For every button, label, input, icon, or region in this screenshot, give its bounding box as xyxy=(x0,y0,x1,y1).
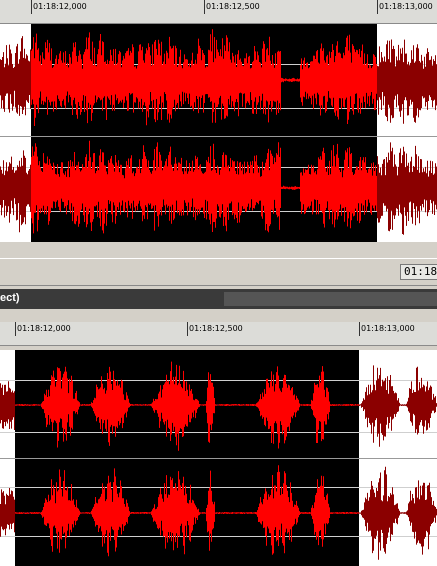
bottom-timeline-ruler[interactable]: 01:18:12,000 01:18:12,500 01:18:13,000 xyxy=(0,322,437,346)
top-ruler-label-2: 01:18:13,000 xyxy=(379,2,433,11)
bottom-channel-1-waveform xyxy=(0,361,437,451)
top-ruler-label-1: 01:18:12,500 xyxy=(206,2,260,11)
bottom-waveform-area[interactable] xyxy=(0,350,437,566)
top-ruler-label-0: 01:18:12,000 xyxy=(33,2,87,11)
top-channel-1-waveform xyxy=(0,29,437,126)
top-timeline-ruler[interactable]: 01:18:12,000 01:18:12,500 01:18:13,000 xyxy=(0,0,437,24)
bottom-panel-title: ect) xyxy=(0,292,20,304)
bottom-ruler-label-2: 01:18:13,000 xyxy=(361,324,415,333)
bottom-channel-2-waveform xyxy=(0,465,437,560)
status-bar: 01:18 xyxy=(0,258,437,286)
top-waveform-area[interactable] xyxy=(0,24,437,242)
bottom-ruler-label-1: 01:18:12,500 xyxy=(189,324,243,333)
top-channel-2-waveform xyxy=(0,140,437,235)
bottom-ruler-label-0: 01:18:12,000 xyxy=(17,324,71,333)
bottom-panel-titlebar[interactable]: ect) xyxy=(0,289,437,309)
time-display[interactable]: 01:18 xyxy=(400,264,437,280)
bottom-panel-scroll-track[interactable] xyxy=(224,292,437,306)
